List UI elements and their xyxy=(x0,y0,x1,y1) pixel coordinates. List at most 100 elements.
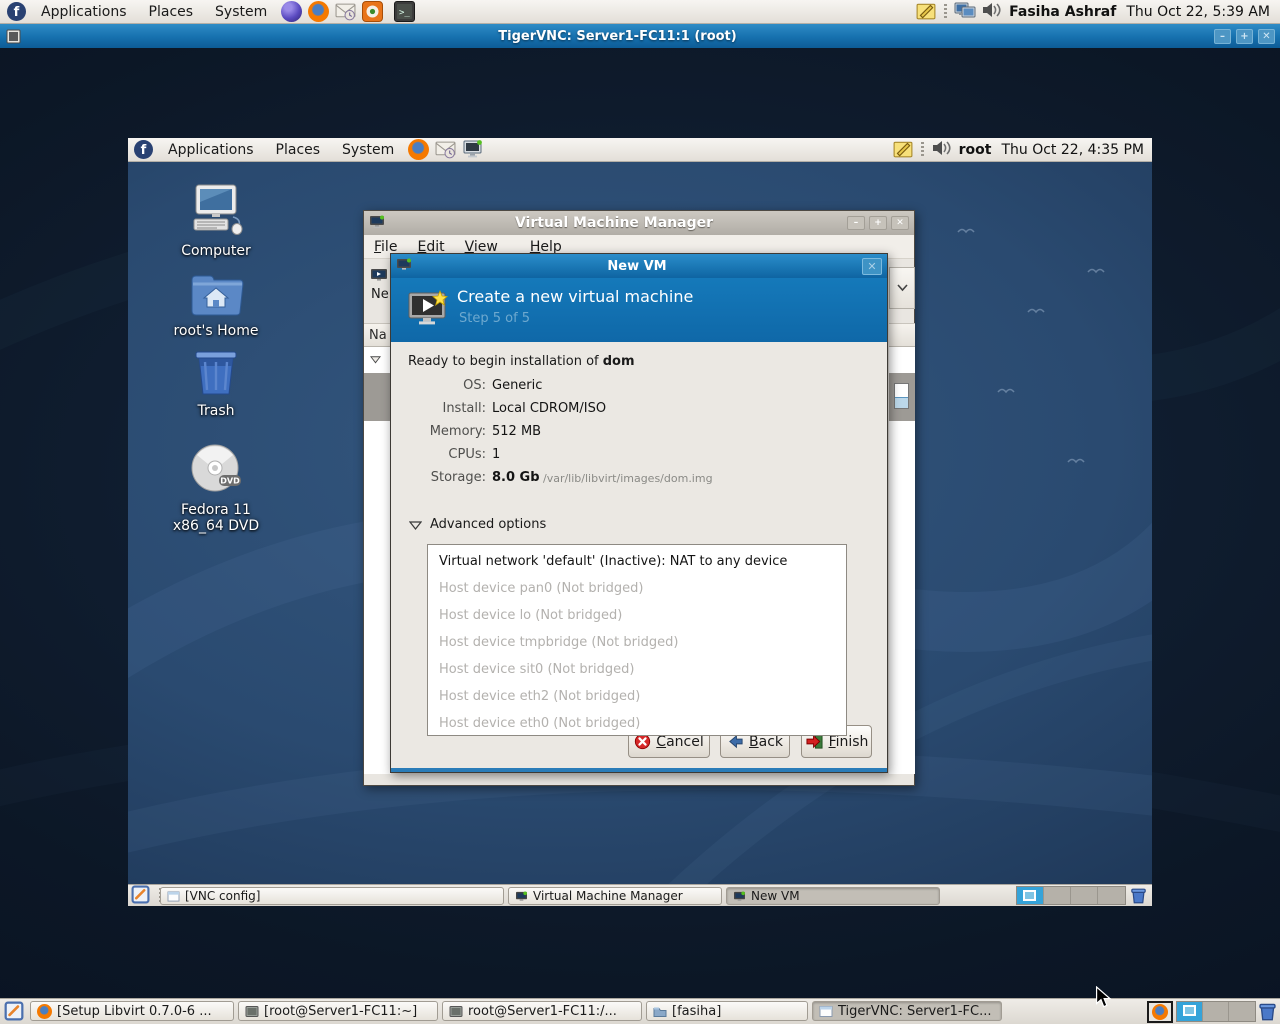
host-clock[interactable]: Thu Oct 22, 5:39 AM xyxy=(1120,4,1280,20)
vnc-window-titlebar[interactable]: TigerVNC: Server1-FC11:1 (root) – + ✕ xyxy=(0,24,1280,48)
terminal-launcher-icon[interactable]: >_ xyxy=(394,1,415,22)
vmm-selected-row-left[interactable] xyxy=(364,373,391,421)
desktop-icon-computer[interactable]: Computer xyxy=(156,184,276,259)
firefox-launcher-icon[interactable] xyxy=(308,1,329,22)
vmm-column-header-right[interactable] xyxy=(889,323,915,347)
ready-prefix: Ready to begin installation of xyxy=(408,354,603,369)
home-folder-icon xyxy=(188,272,244,316)
setroubleshoot-note-icon[interactable] xyxy=(916,1,937,22)
guest-volume-icon[interactable] xyxy=(931,139,952,160)
host-trash-applet[interactable] xyxy=(1258,1002,1277,1024)
host-task-terminal-2[interactable]: root@Server1-FC11:/... xyxy=(442,1001,642,1021)
guest-clock[interactable]: Thu Oct 22, 4:35 PM xyxy=(995,142,1152,158)
workspace-1[interactable] xyxy=(1177,1002,1203,1021)
guest-show-desktop-button[interactable] xyxy=(131,885,152,906)
new-vm-close-button[interactable]: ✕ xyxy=(862,258,882,275)
host-task-tigervnc[interactable]: TigerVNC: Server1-FC... xyxy=(812,1001,1002,1021)
guest-display-launcher-icon[interactable] xyxy=(462,139,483,160)
network-option-default[interactable]: Virtual network 'default' (Inactive): NA… xyxy=(428,548,846,575)
vmm-titlebar[interactable]: Virtual Machine Manager – + ✕ xyxy=(364,211,914,235)
workspace-window-thumb xyxy=(1023,890,1036,901)
workspace-3[interactable] xyxy=(1229,1002,1255,1021)
vnc-maximize-button[interactable]: + xyxy=(1236,29,1253,44)
fedora-logo-icon[interactable]: f xyxy=(6,1,27,22)
workspace-4[interactable] xyxy=(1098,887,1125,904)
new-vm-header-title: Create a new virtual machine xyxy=(457,287,693,306)
ready-line: Ready to begin installation of dom xyxy=(408,354,635,369)
firefox-icon xyxy=(37,1004,52,1019)
display-settings-icon[interactable] xyxy=(954,1,975,22)
guest-top-panel: f Applications Places System xyxy=(128,138,1152,162)
summary-value-os: Generic xyxy=(492,378,542,393)
host-task-terminal-1[interactable]: [root@Server1-FC11:~] xyxy=(238,1001,438,1021)
new-vm-title: New VM xyxy=(412,259,862,274)
host-task-fasiha-folder[interactable]: [fasiha] xyxy=(646,1001,808,1021)
task-vnc-config[interactable]: [VNC config] xyxy=(160,887,504,905)
guest-firefox-launcher-icon[interactable] xyxy=(408,139,429,160)
vmm-minimize-button[interactable]: – xyxy=(847,216,865,230)
desktop-icon-fedora-dvd[interactable]: DVD Fedora 11 x86_64 DVD xyxy=(156,443,276,534)
workspace-2[interactable] xyxy=(1044,887,1071,904)
summary-value-memory: 512 MB xyxy=(492,424,541,439)
vmm-host-row[interactable] xyxy=(364,347,391,373)
new-vm-dialog: New VM ✕ Create a new virtual machine St… xyxy=(390,253,888,773)
guest-menu-places[interactable]: Places xyxy=(265,138,332,161)
workspace-2[interactable] xyxy=(1203,1002,1229,1021)
folder-icon xyxy=(653,1005,667,1018)
summary-key-cpus: CPUs: xyxy=(406,447,486,462)
vmm-column-header[interactable]: Na xyxy=(364,323,391,347)
desktop-icon-label: root's Home xyxy=(156,323,276,339)
task-virtual-machine-manager[interactable]: Virtual Machine Manager xyxy=(508,887,722,905)
host-user-switcher[interactable]: Fasiha Ashraf xyxy=(1005,4,1120,20)
new-vm-header-step: Step 5 of 5 xyxy=(459,311,530,326)
host-show-desktop-button[interactable] xyxy=(4,1001,25,1022)
workspace-3[interactable] xyxy=(1071,887,1098,904)
host-menu-system[interactable]: System xyxy=(204,0,278,23)
task-new-vm[interactable]: New VM xyxy=(726,887,940,905)
workspace-1[interactable] xyxy=(1017,887,1044,904)
task-label: Virtual Machine Manager xyxy=(533,889,683,903)
desktop-icon-label: Computer xyxy=(156,243,276,259)
eclipse-launcher-icon[interactable] xyxy=(281,1,302,22)
summary-key-install: Install: xyxy=(406,401,486,416)
vnc-minimize-button[interactable]: – xyxy=(1214,29,1231,44)
guest-menu-system[interactable]: System xyxy=(331,138,405,161)
desktop-icon-roots-home[interactable]: root's Home xyxy=(156,272,276,339)
guest-note-icon[interactable] xyxy=(893,139,914,160)
host-task-setup-libvirt[interactable]: [Setup Libvirt 0.7.0-6 ... xyxy=(30,1001,234,1021)
host-volume-icon[interactable] xyxy=(981,1,1002,22)
guest-menu-applications[interactable]: Applications xyxy=(157,138,265,161)
new-vm-monitor-icon xyxy=(407,290,449,328)
computer-icon xyxy=(187,184,245,236)
web-browser-launcher-icon[interactable] xyxy=(362,1,383,22)
task-label: TigerVNC: Server1-FC... xyxy=(838,1004,992,1019)
host-menu-applications[interactable]: Applications xyxy=(30,0,138,23)
vmm-toolbar-new-label[interactable]: Ne xyxy=(371,287,389,302)
vnc-close-button[interactable]: ✕ xyxy=(1258,29,1275,44)
host-menu-places[interactable]: Places xyxy=(138,0,205,23)
vmm-view-combobox[interactable] xyxy=(889,267,915,309)
summary-key-memory: Memory: xyxy=(406,424,486,439)
guest-mail-launcher-icon[interactable] xyxy=(435,139,456,160)
task-label: [fasiha] xyxy=(672,1004,721,1019)
window-icon xyxy=(167,891,180,902)
vmm-close-button[interactable]: ✕ xyxy=(891,216,909,230)
desktop-icon-label: Fedora 11 x86_64 DVD xyxy=(156,502,276,534)
summary-key-storage: Storage: xyxy=(406,470,486,485)
advanced-options-label: Advanced options xyxy=(430,517,546,532)
vmm-column-name-label: Na xyxy=(369,328,387,343)
vmm-selected-row-right[interactable] xyxy=(889,373,915,421)
mail-launcher-icon[interactable] xyxy=(335,1,356,22)
trash-bin-icon xyxy=(192,348,240,396)
vmm-toolbar-new-icon[interactable] xyxy=(370,268,388,287)
guest-workspace-switcher xyxy=(1016,886,1126,905)
guest-fedora-logo-icon[interactable]: f xyxy=(133,139,154,160)
host-firefox-window-indicator[interactable] xyxy=(1147,1001,1173,1023)
new-vm-titlebar[interactable]: New VM ✕ xyxy=(391,254,887,278)
vmm-maximize-button[interactable]: + xyxy=(869,216,887,230)
advanced-options-expander[interactable]: Advanced options xyxy=(409,517,546,532)
guest-tray-separator xyxy=(921,142,924,158)
guest-trash-applet[interactable] xyxy=(1130,887,1147,908)
guest-user-switcher[interactable]: root xyxy=(955,142,996,158)
desktop-icon-trash[interactable]: Trash xyxy=(156,348,276,419)
